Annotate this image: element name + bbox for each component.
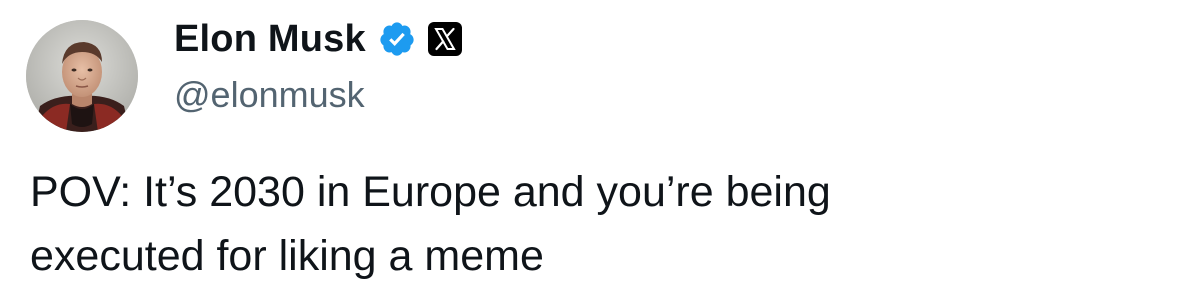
x-logo-icon — [427, 22, 462, 56]
author-handle[interactable]: @elonmusk — [174, 74, 462, 116]
tweet-card: Elon Musk @elonmusk POV: It’s 2030 in Eu… — [0, 0, 1203, 301]
avatar-image — [26, 20, 138, 132]
name-row: Elon Musk — [174, 14, 462, 64]
verified-badge-icon — [378, 20, 416, 58]
author-avatar[interactable] — [26, 20, 138, 132]
tweet-text: POV: It’s 2030 in Europe and you’re bein… — [30, 168, 831, 280]
author-display-name[interactable]: Elon Musk — [174, 18, 366, 61]
author-info: Elon Musk @elonmusk — [174, 14, 462, 124]
